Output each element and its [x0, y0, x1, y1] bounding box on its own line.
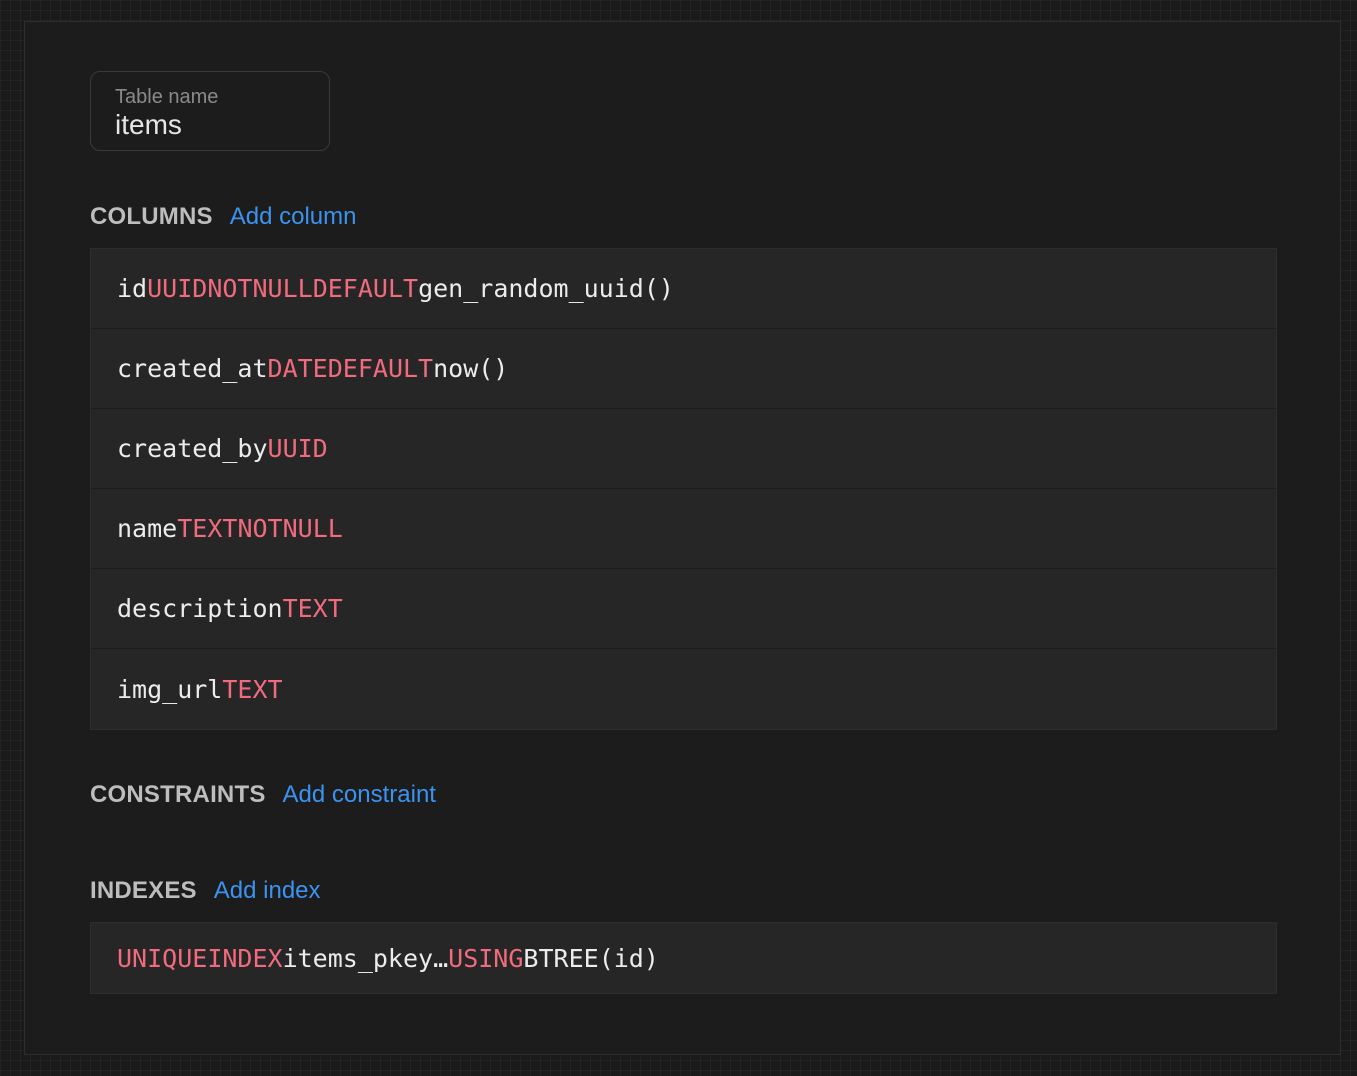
- column-name: id: [117, 274, 148, 303]
- add-index-link[interactable]: Add index: [214, 877, 321, 905]
- indexes-list: UNIQUE INDEX items_pkey … USING BTREE (i…: [90, 922, 1277, 994]
- index-keyword: USING: [448, 943, 524, 973]
- column-modifier: DEFAULT: [312, 274, 419, 303]
- column-name: description: [117, 594, 283, 623]
- table-name-value[interactable]: items: [115, 109, 305, 141]
- index-token: (id): [598, 943, 659, 973]
- column-type: TEXT: [177, 514, 238, 543]
- column-name: img_url: [117, 674, 223, 704]
- constraints-title: CONSTRAINTS: [90, 781, 266, 808]
- table-name-field[interactable]: Table name items: [90, 71, 330, 151]
- constraints-header: CONSTRAINTS Add constraint: [90, 781, 1277, 809]
- index-token: …: [433, 943, 449, 973]
- column-modifier: DEFAULT: [327, 354, 434, 383]
- indexes-title: INDEXES: [90, 877, 197, 904]
- column-type: UUID: [267, 434, 328, 463]
- index-keyword: UNIQUE: [117, 943, 208, 973]
- index-token: BTREE: [523, 943, 599, 973]
- index-keyword: INDEX: [207, 943, 283, 973]
- column-default-value: now(): [433, 354, 509, 383]
- index-token: items_pkey: [282, 943, 434, 973]
- column-modifier: NOT: [207, 274, 253, 303]
- column-type: TEXT: [282, 594, 343, 623]
- table-name-label: Table name: [115, 86, 219, 108]
- add-column-link[interactable]: Add column: [230, 203, 357, 231]
- columns-list: id UUID NOT NULL DEFAULT gen_random_uuid…: [90, 248, 1277, 730]
- column-modifier: NULL: [252, 274, 313, 303]
- column-row[interactable]: created_at DATE DEFAULT now(): [91, 329, 1276, 409]
- table-editor-content: Table name items COLUMNS Add column id U…: [90, 71, 1277, 994]
- column-type: TEXT: [222, 674, 283, 704]
- column-row[interactable]: id UUID NOT NULL DEFAULT gen_random_uuid…: [91, 249, 1276, 329]
- column-modifier: NOT: [237, 514, 283, 543]
- column-modifier: NULL: [282, 514, 343, 543]
- column-name: created_by: [117, 434, 268, 463]
- columns-title: COLUMNS: [90, 203, 213, 230]
- column-type: UUID: [147, 274, 208, 303]
- columns-header: COLUMNS Add column: [90, 203, 1277, 231]
- column-default-value: gen_random_uuid(): [418, 274, 674, 303]
- column-row[interactable]: img_url TEXT: [91, 649, 1276, 729]
- indexes-header: INDEXES Add index: [90, 877, 1277, 905]
- column-name: name: [117, 514, 178, 543]
- add-constraint-link[interactable]: Add constraint: [283, 781, 436, 809]
- table-editor-panel: Table name items COLUMNS Add column id U…: [24, 21, 1341, 1055]
- index-row[interactable]: UNIQUE INDEX items_pkey … USING BTREE (i…: [91, 923, 1276, 993]
- column-row[interactable]: description TEXT: [91, 569, 1276, 649]
- column-row[interactable]: created_by UUID: [91, 409, 1276, 489]
- column-name: created_at: [117, 354, 268, 383]
- column-type: DATE: [267, 354, 328, 383]
- column-row[interactable]: name TEXT NOT NULL: [91, 489, 1276, 569]
